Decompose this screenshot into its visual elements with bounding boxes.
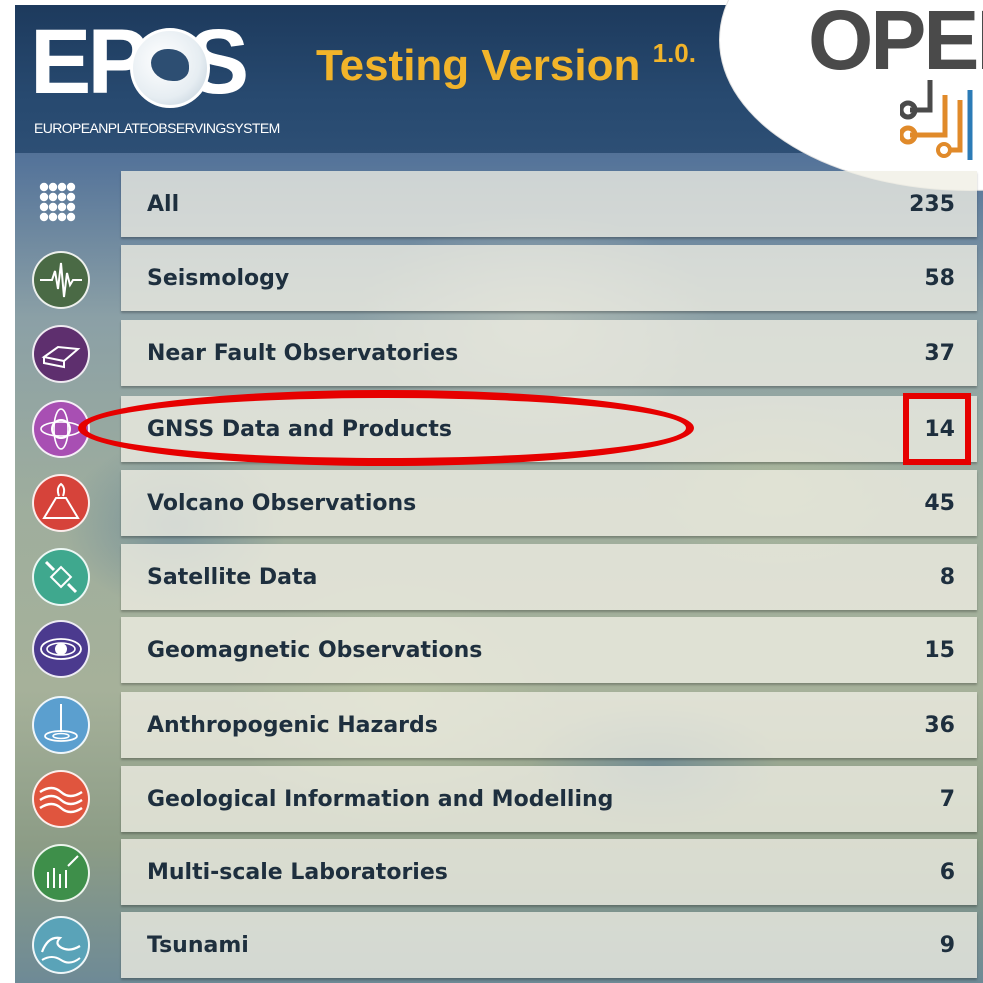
category-count: 58 bbox=[924, 265, 955, 291]
globe-icon bbox=[130, 28, 210, 108]
category-row-anthropogenic[interactable]: Anthropogenic Hazards 36 bbox=[121, 692, 977, 758]
category-label: Geological Information and Modelling bbox=[147, 786, 614, 812]
strata-icon bbox=[32, 770, 90, 828]
category-count: 8 bbox=[939, 564, 955, 590]
lab-sample-icon bbox=[32, 844, 90, 902]
grid-dots-icon bbox=[39, 182, 76, 222]
category-count: 235 bbox=[909, 191, 955, 217]
category-count: 9 bbox=[939, 932, 955, 958]
europe-silhouette bbox=[151, 49, 189, 81]
category-row-near-fault[interactable]: Near Fault Observatories 37 bbox=[121, 320, 977, 386]
category-count: 15 bbox=[924, 637, 955, 663]
category-row-satellite[interactable]: Satellite Data 8 bbox=[121, 544, 977, 610]
seismogram-icon bbox=[32, 251, 90, 309]
epos-logo[interactable]: EP S EUROPEANPLATEOBSERVINGSYSTEM bbox=[30, 12, 310, 144]
category-count: 45 bbox=[924, 490, 955, 516]
category-label: Seismology bbox=[147, 265, 290, 291]
testing-version-label: Testing Version 1.0. bbox=[316, 38, 696, 91]
category-label: Geomagnetic Observations bbox=[147, 637, 483, 663]
category-row-all[interactable]: All 235 bbox=[121, 171, 977, 237]
category-count: 36 bbox=[924, 712, 955, 738]
category-label: Tsunami bbox=[147, 932, 249, 958]
highlight-ellipse bbox=[78, 390, 694, 466]
category-row-tsunami[interactable]: Tsunami 9 bbox=[121, 912, 977, 978]
category-label: All bbox=[147, 191, 180, 217]
category-count: 6 bbox=[939, 859, 955, 885]
category-label: Volcano Observations bbox=[147, 490, 417, 516]
category-label: Anthropogenic Hazards bbox=[147, 712, 438, 738]
satellite-icon bbox=[32, 548, 90, 606]
wave-icon bbox=[32, 916, 90, 974]
category-label: Satellite Data bbox=[147, 564, 318, 590]
injection-well-icon bbox=[32, 696, 90, 754]
magnetic-field-icon bbox=[32, 620, 90, 678]
category-label: Multi-scale Laboratories bbox=[147, 859, 448, 885]
category-row-seismology[interactable]: Seismology 58 bbox=[121, 245, 977, 311]
highlight-box bbox=[903, 393, 971, 465]
volcano-icon bbox=[32, 474, 90, 532]
category-row-volcano[interactable]: Volcano Observations 45 bbox=[121, 470, 977, 536]
logo-subtitle: EUROPEANPLATEOBSERVINGSYSTEM bbox=[34, 120, 280, 136]
category-count: 37 bbox=[924, 340, 955, 366]
category-count: 7 bbox=[939, 786, 955, 812]
testing-text: Testing Version bbox=[316, 41, 641, 90]
category-row-multiscale[interactable]: Multi-scale Laboratories 6 bbox=[121, 839, 977, 905]
epos-portal: EP S EUROPEANPLATEOBSERVINGSYSTEM Testin… bbox=[0, 0, 983, 983]
version-number: 1.0. bbox=[652, 38, 696, 68]
category-row-geomagnetic[interactable]: Geomagnetic Observations 15 bbox=[121, 617, 977, 683]
fault-block-icon bbox=[32, 325, 90, 383]
category-row-geological[interactable]: Geological Information and Modelling 7 bbox=[121, 766, 977, 832]
circuit-icon bbox=[900, 80, 973, 160]
category-label: Near Fault Observatories bbox=[147, 340, 459, 366]
